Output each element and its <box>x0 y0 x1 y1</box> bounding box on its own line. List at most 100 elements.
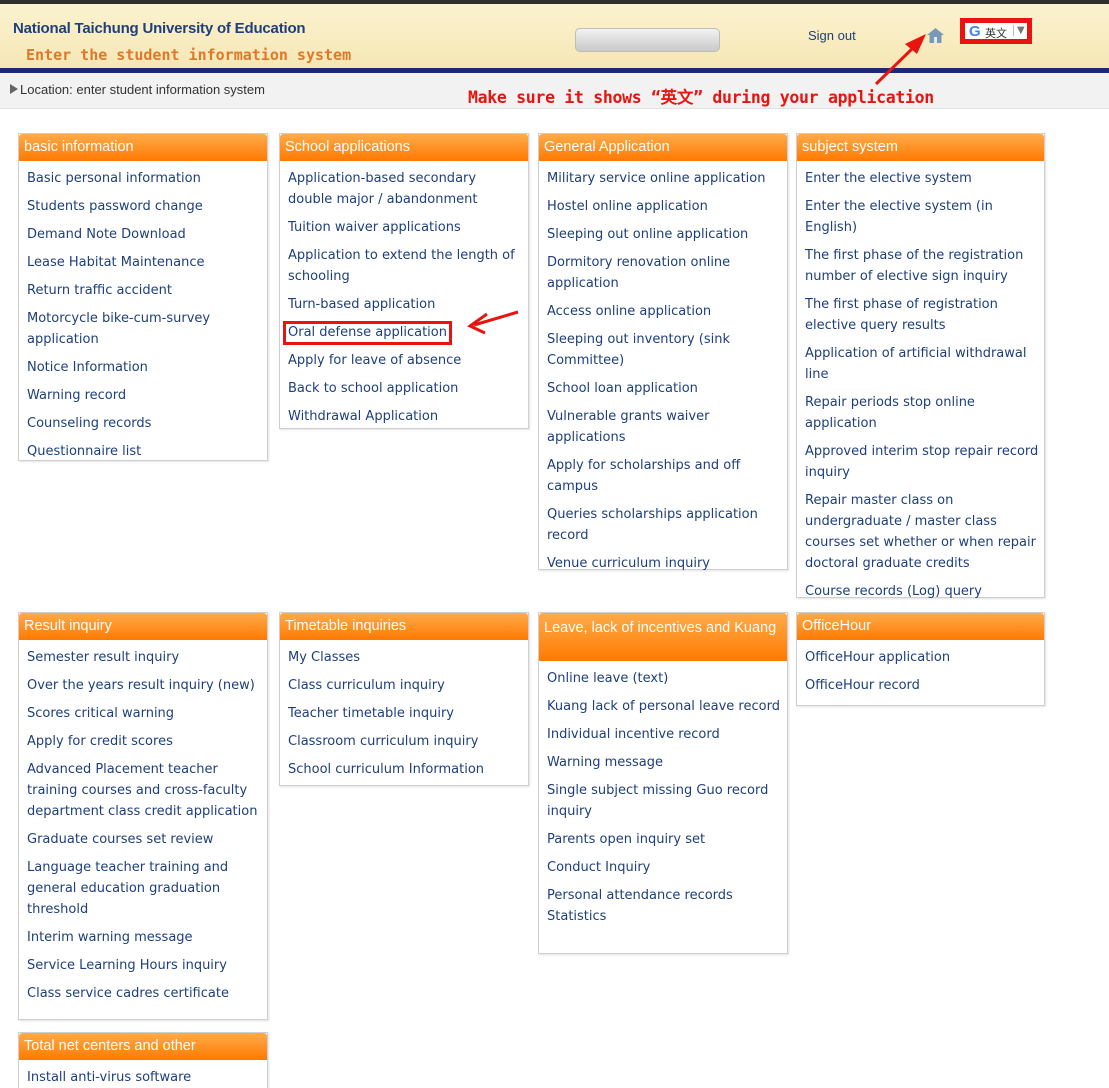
menu-link[interactable]: Withdrawal Application <box>288 409 438 424</box>
menu-link[interactable]: Demand Note Download <box>27 227 186 242</box>
header-search-box[interactable] <box>575 28 720 52</box>
menu-link[interactable]: Online leave (text) <box>547 671 668 686</box>
panel-header: Timetable inquiries <box>280 613 528 640</box>
menu-link[interactable]: Sleeping out online application <box>547 227 748 242</box>
menu-link[interactable]: Graduate courses set review <box>27 832 213 847</box>
translate-language[interactable]: 英文 <box>985 25 1007 41</box>
menu-link[interactable]: Conduct Inquiry <box>547 860 650 875</box>
menu-link[interactable]: Return traffic accident <box>27 283 172 298</box>
panel-link-item: Class service cadres certificate <box>27 982 263 1003</box>
menu-link[interactable]: Back to school application <box>288 381 458 396</box>
menu-link[interactable]: Class service cadres certificate <box>27 986 229 1001</box>
menu-link[interactable]: Advanced Placement teacher training cour… <box>27 762 257 819</box>
menu-link[interactable]: Basic personal information <box>27 171 201 186</box>
panel-link-item: OfficeHour record <box>805 674 1040 695</box>
menu-link[interactable]: Tuition waiver applications <box>288 220 461 235</box>
menu-link[interactable]: The first phase of registration elective… <box>805 297 998 333</box>
menu-link[interactable]: Classroom curriculum inquiry <box>288 734 478 749</box>
panel-link-item: The first phase of the registration numb… <box>805 244 1040 286</box>
panel-link-item: Lease Habitat Maintenance <box>27 251 263 272</box>
menu-link[interactable]: Course records (Log) query <box>805 584 982 599</box>
menu-link[interactable]: Vulnerable grants waiver applications <box>547 409 709 445</box>
panel-link-item: Graduate courses set review <box>27 828 263 849</box>
menu-link[interactable]: Venue curriculum inquiry <box>547 556 710 571</box>
menu-link[interactable]: Sleeping out inventory (sink Committee) <box>547 332 730 368</box>
panel-link-item: OfficeHour application <box>805 646 1040 667</box>
menu-link[interactable]: Queries scholarships application record <box>547 507 758 543</box>
location-arrow-icon <box>10 84 18 94</box>
menu-link[interactable]: Apply for leave of absence <box>288 353 461 368</box>
menu-link[interactable]: Military service online application <box>547 171 765 186</box>
sign-out-link[interactable]: Sign out <box>808 28 856 43</box>
menu-link[interactable]: Apply for scholarships and off campus <box>547 458 740 494</box>
menu-link[interactable]: Interim warning message <box>27 930 193 945</box>
panel-link-item: Return traffic accident <box>27 279 263 300</box>
panel-link-item: Apply for credit scores <box>27 730 263 751</box>
menu-link[interactable]: Lease Habitat Maintenance <box>27 255 205 270</box>
menu-link[interactable]: Hostel online application <box>547 199 708 214</box>
panel-school-applications: School applications Application-based se… <box>279 133 529 429</box>
university-name: National Taichung University of Educatio… <box>13 20 306 37</box>
menu-link[interactable]: Repair master class on undergraduate / m… <box>805 493 1036 571</box>
menu-link[interactable]: School curriculum Information <box>288 762 484 777</box>
menu-link[interactable]: Warning message <box>547 755 663 770</box>
panel-link-item: Semester result inquiry <box>27 646 263 667</box>
menu-link[interactable]: Motorcycle bike-cum-survey application <box>27 311 210 347</box>
menu-link[interactable]: Enter the elective system (in English) <box>805 199 993 235</box>
panel-link-item: Motorcycle bike-cum-survey application <box>27 307 263 349</box>
menu-link[interactable]: Enter the elective system <box>805 171 972 186</box>
menu-link[interactable]: Single subject missing Guo record inquir… <box>547 783 768 819</box>
menu-link[interactable]: Apply for credit scores <box>27 734 173 749</box>
panel-link-item: Military service online application <box>547 167 783 188</box>
menu-link[interactable]: Counseling records <box>27 416 151 431</box>
menu-link[interactable]: Repair periods stop online application <box>805 395 975 431</box>
menu-link[interactable]: Over the years result inquiry (new) <box>27 678 255 693</box>
home-icon[interactable] <box>927 28 944 43</box>
panel-link-item: Over the years result inquiry (new) <box>27 674 263 695</box>
menu-link[interactable]: Parents open inquiry set <box>547 832 705 847</box>
menu-link[interactable]: Questionnaire list <box>27 444 141 459</box>
panel-link-item: Kuang lack of personal leave record <box>547 695 783 716</box>
menu-link[interactable]: Turn-based application <box>288 297 435 312</box>
menu-link[interactable]: Service Learning Hours inquiry <box>27 958 227 973</box>
menu-link[interactable]: Application of artificial withdrawal lin… <box>805 346 1026 382</box>
panel-leave-incentives: Leave, lack of incentives and Kuang Onli… <box>538 612 788 954</box>
menu-link[interactable]: The first phase of the registration numb… <box>805 248 1023 284</box>
menu-link[interactable]: Install anti-virus software <box>27 1070 191 1085</box>
menu-link[interactable]: OfficeHour application <box>805 650 950 665</box>
menu-link[interactable]: Access online application <box>547 304 711 319</box>
menu-link[interactable]: Teacher timetable inquiry <box>288 706 454 721</box>
panel-header: School applications <box>280 134 528 161</box>
menu-link[interactable]: My Classes <box>288 650 360 665</box>
menu-link[interactable]: School loan application <box>547 381 698 396</box>
panel-link-item: Vulnerable grants waiver applications <box>547 405 783 447</box>
menu-link[interactable]: Warning record <box>27 388 126 403</box>
menu-link[interactable]: Application to extend the length of scho… <box>288 248 515 284</box>
panel-link-item: Conduct Inquiry <box>547 856 783 877</box>
panel-link-item: Sleeping out online application <box>547 223 783 244</box>
menu-link[interactable]: Oral defense application <box>283 321 452 345</box>
menu-link[interactable]: Personal attendance records Statistics <box>547 888 733 924</box>
panel-link-item: Teacher timetable inquiry <box>288 702 524 723</box>
menu-link[interactable]: Scores critical warning <box>27 706 174 721</box>
menu-link[interactable]: Language teacher training and general ed… <box>27 860 228 917</box>
menu-link[interactable]: Kuang lack of personal leave record <box>547 699 780 714</box>
google-translate-widget[interactable]: G 英文 ▼ <box>960 18 1032 44</box>
panel-link-item: Scores critical warning <box>27 702 263 723</box>
menu-link[interactable]: Approved interim stop repair record inqu… <box>805 444 1038 480</box>
menu-link[interactable]: Notice Information <box>27 360 148 375</box>
panel-header: Total net centers and other <box>19 1033 267 1060</box>
menu-link[interactable]: Semester result inquiry <box>27 650 179 665</box>
menu-link[interactable]: Dormitory renovation online application <box>547 255 730 291</box>
panel-link-list: Enter the elective system Enter the elect… <box>797 161 1044 612</box>
chevron-down-icon[interactable]: ▼ <box>1013 25 1025 36</box>
menu-link[interactable]: Application-based secondary double major… <box>288 171 478 207</box>
panel-result-inquiry: Result inquiry Semester result inquiry Ov… <box>18 612 268 1020</box>
panel-link-item: Hostel online application <box>547 195 783 216</box>
menu-link[interactable]: Students password change <box>27 199 203 214</box>
location-text: Location: enter student information syst… <box>20 82 265 97</box>
menu-link[interactable]: Individual incentive record <box>547 727 720 742</box>
menu-link[interactable]: Class curriculum inquiry <box>288 678 445 693</box>
panel-officehour: OfficeHour OfficeHour application OfficeH… <box>796 612 1045 706</box>
menu-link[interactable]: OfficeHour record <box>805 678 920 693</box>
